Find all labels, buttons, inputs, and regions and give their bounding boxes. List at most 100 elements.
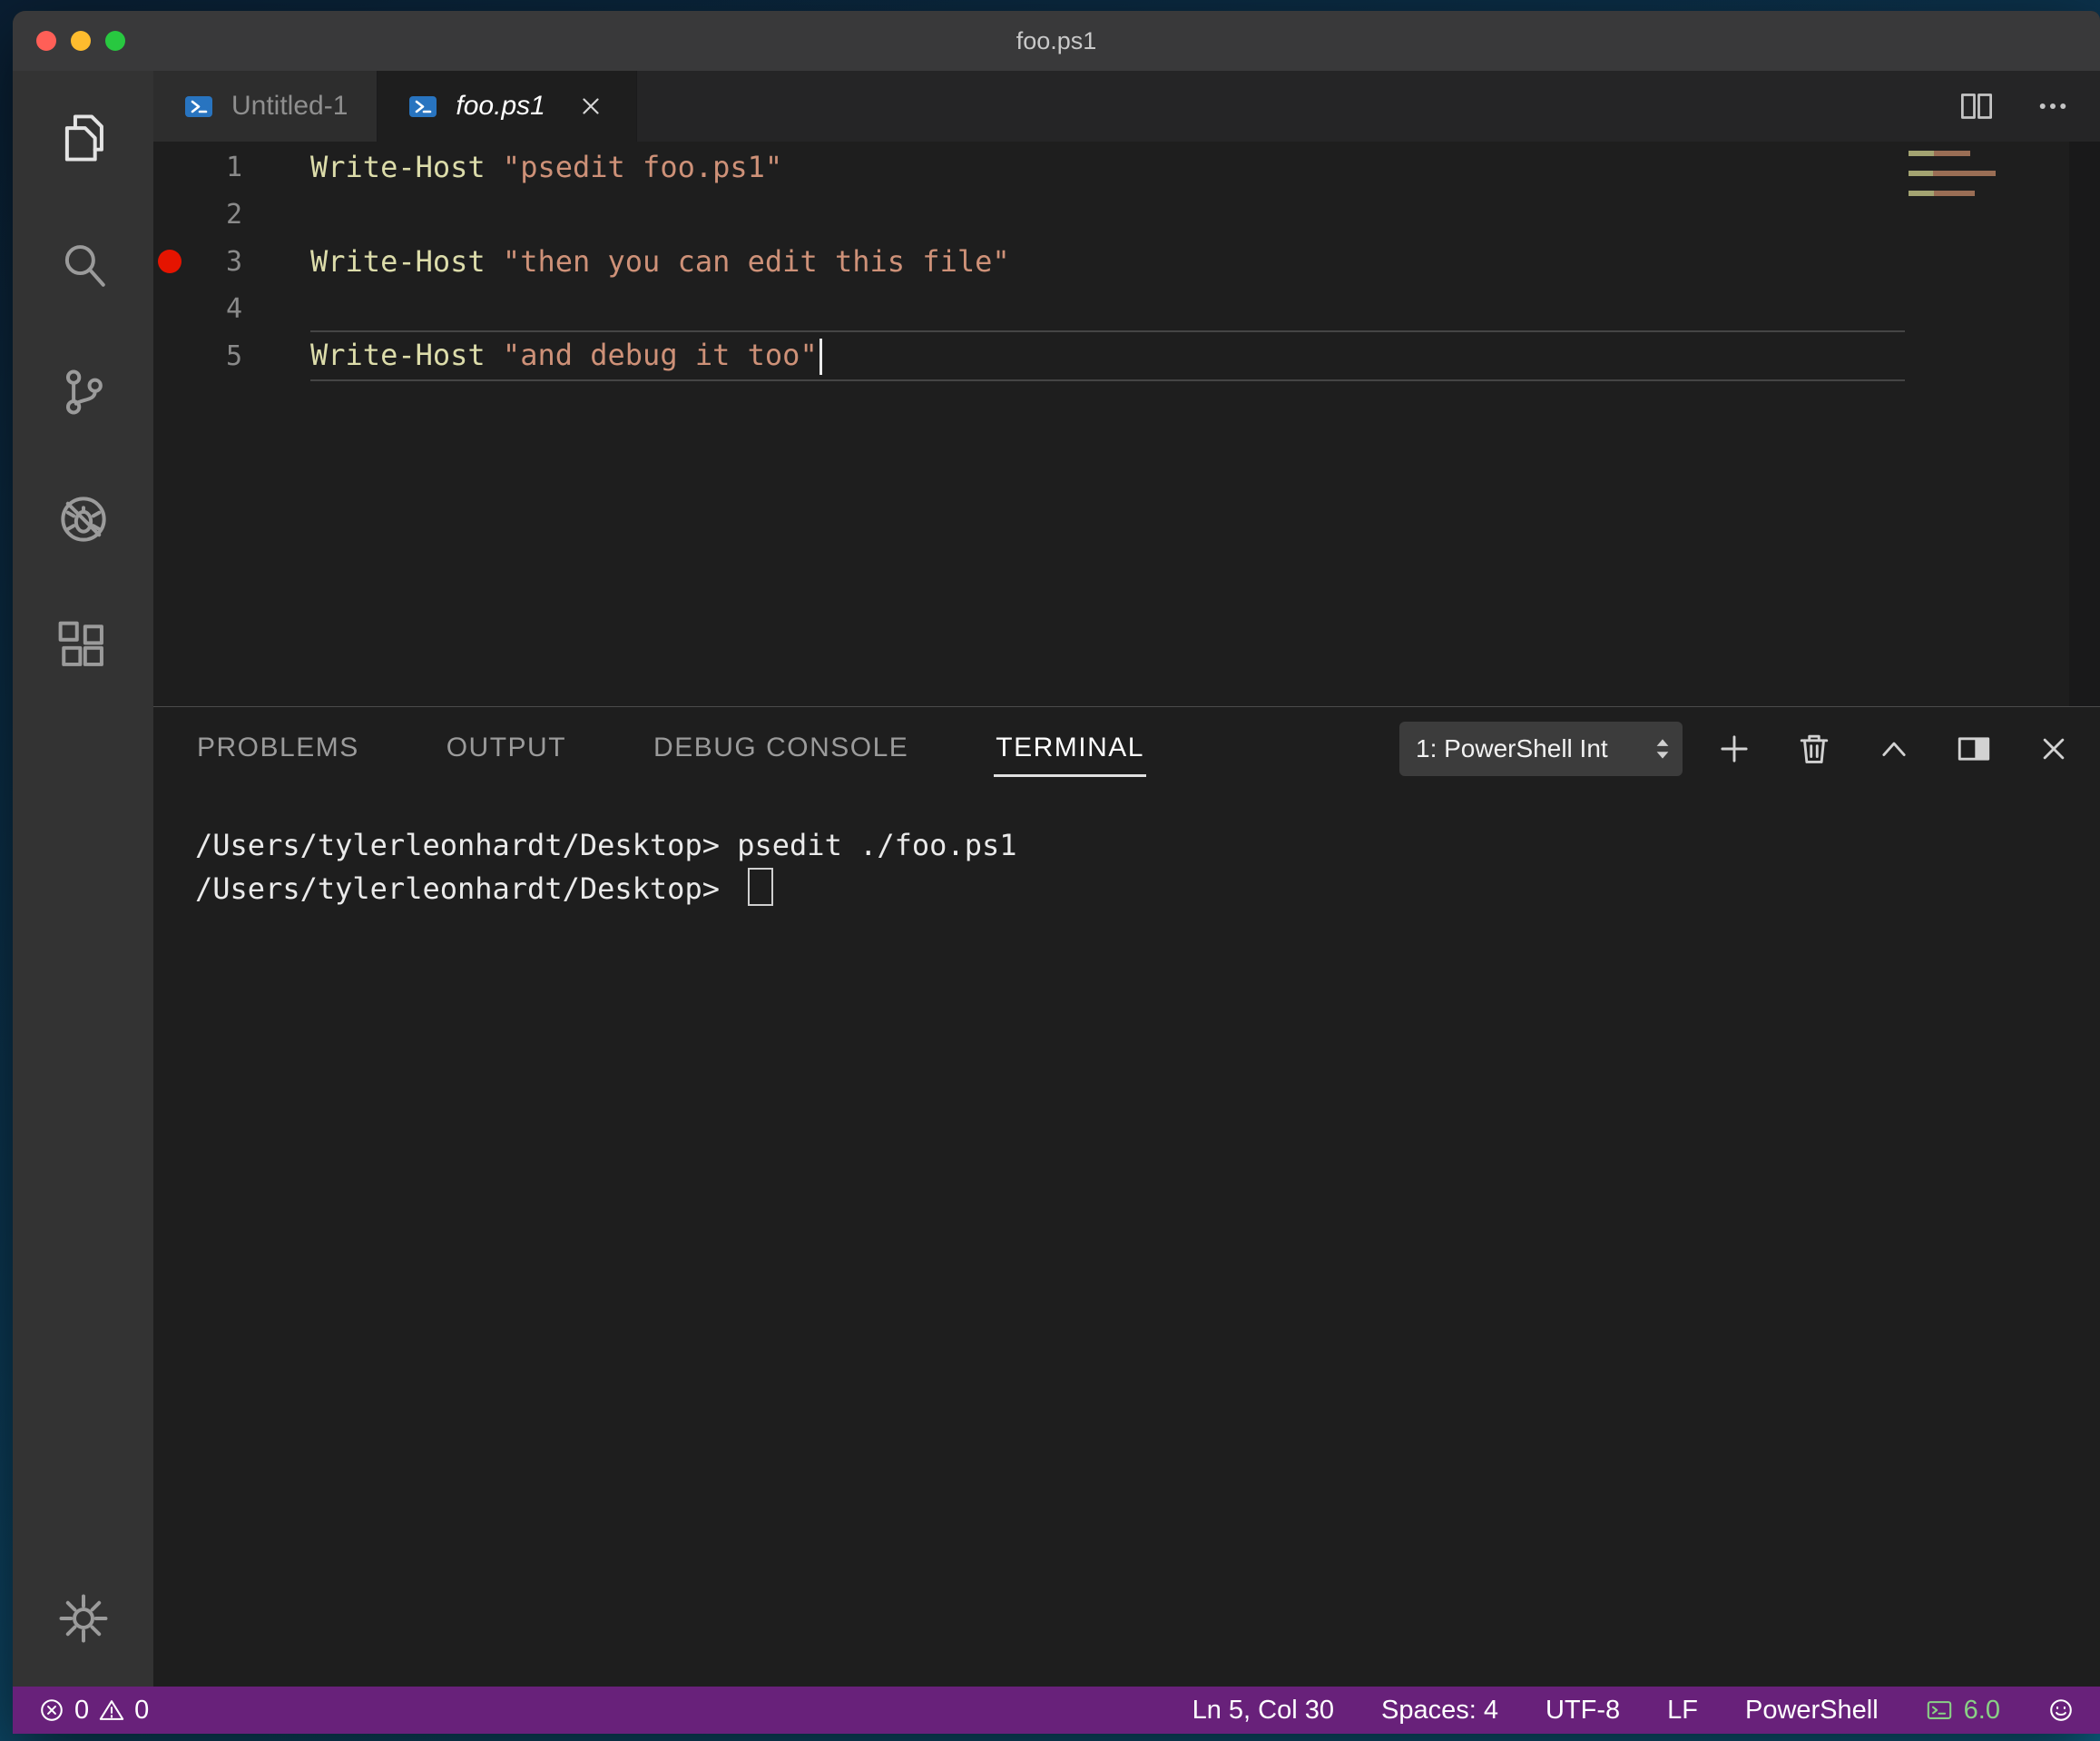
- panel-tabs: PROBLEMS OUTPUT DEBUG CONSOLE TERMINAL: [195, 722, 1146, 777]
- terminal-line: /Users/tylerleonhardt/Desktop> psedit ./…: [195, 823, 2100, 867]
- line-number: 5: [225, 339, 242, 372]
- tab-Untitled-1[interactable]: Untitled-1: [153, 71, 378, 142]
- code-line-1: 1 Write-Host "psedit foo.ps1": [153, 143, 2100, 191]
- language-mode[interactable]: PowerShell: [1745, 1696, 1879, 1726]
- window-title: foo.ps1: [1016, 26, 1097, 54]
- status-bar-right: Ln 5, Col 30 Spaces: 4 UTF-8 LF PowerShell 6…: [1192, 1696, 2075, 1726]
- window-controls: [36, 11, 125, 71]
- terminal-command: psedit ./foo.ps1: [737, 828, 1017, 862]
- warnings-icon: [98, 1697, 125, 1724]
- panel-tab-problems[interactable]: PROBLEMS: [195, 722, 361, 777]
- activity-settings[interactable]: [13, 1569, 153, 1668]
- editor-cursor: [819, 338, 822, 375]
- panel: PROBLEMS OUTPUT DEBUG CONSOLE TERMINAL 1: P…: [153, 706, 2100, 1687]
- split-editor-icon[interactable]: [1958, 88, 1995, 124]
- search-icon: [57, 239, 110, 291]
- powershell-session-icon: [1926, 1697, 1953, 1724]
- editor-group: Untitled-1 foo.ps1 1 Write-Host "psedit fo…: [153, 71, 2100, 1687]
- warning-count: 0: [134, 1695, 150, 1725]
- code-line-5: 5 Write-Host "and debug it too": [153, 332, 2100, 379]
- powershell-file-icon: [182, 92, 215, 121]
- workbench: Untitled-1 foo.ps1 1 Write-Host "psedit fo…: [13, 71, 2100, 1687]
- select-arrows-icon: [1654, 733, 1672, 764]
- line-number: 2: [225, 198, 242, 231]
- source-control-icon: [57, 366, 110, 418]
- gutter: 1: [153, 152, 310, 183]
- activity-explorer[interactable]: [13, 74, 153, 202]
- terminal-prompt: /Users/tylerleonhardt/Desktop>: [195, 828, 720, 862]
- zoom-window-button[interactable]: [105, 31, 125, 51]
- panel-tab-terminal[interactable]: TERMINAL: [994, 722, 1146, 777]
- activity-search[interactable]: [13, 202, 153, 329]
- split-panel-icon[interactable]: [1955, 730, 1993, 768]
- terminal-picker[interactable]: 1: PowerShell Int: [1399, 722, 1683, 776]
- errors-icon: [38, 1697, 65, 1724]
- status-bar: 0 0 Ln 5, Col 30 Spaces: 4 UTF-8 LF PowerShe…: [13, 1687, 2100, 1734]
- desktop-background: foo.ps1 Untitled-1 foo.ps1 1 Write-Host "p…: [0, 0, 2100, 1741]
- line-number: 1: [225, 151, 242, 183]
- code-line-3: 3 Write-Host "then you can edit this file…: [153, 238, 2100, 285]
- debug-icon: [57, 493, 110, 546]
- editor-lines: 1 Write-Host "psedit foo.ps1" 2 3 Write-Host…: [153, 143, 2100, 379]
- editor-scrollbar[interactable]: [2069, 142, 2100, 706]
- activity-bar: [13, 71, 153, 1687]
- panel-actions: [1715, 730, 2073, 768]
- indentation[interactable]: Spaces: 4: [1381, 1696, 1498, 1726]
- breakpoint-icon[interactable]: [158, 250, 182, 273]
- problems-status[interactable]: 0 0: [38, 1696, 149, 1726]
- tab-label: Untitled-1: [231, 91, 348, 121]
- tab-bar-tabs: Untitled-1 foo.ps1: [153, 71, 637, 142]
- vscode-window: foo.ps1 Untitled-1 foo.ps1 1 Write-Host "p…: [13, 11, 2100, 1734]
- editor[interactable]: 1 Write-Host "psedit foo.ps1" 2 3 Write-Host…: [153, 142, 2100, 706]
- feedback-smiley-icon[interactable]: [2047, 1697, 2075, 1724]
- code-text: Write-Host "then you can edit this file": [310, 244, 1010, 279]
- gutter: 5: [153, 340, 310, 372]
- more-actions-icon[interactable]: [2035, 88, 2071, 124]
- activity-bar-bottom: [13, 1569, 153, 1687]
- explorer-icon: [57, 112, 110, 164]
- terminal-cursor: [748, 868, 774, 906]
- settings-icon: [57, 1592, 110, 1645]
- powershell-file-icon: [407, 92, 439, 121]
- activity-debug[interactable]: [13, 456, 153, 583]
- cursor-position[interactable]: Ln 5, Col 30: [1192, 1696, 1334, 1726]
- panel-tab-output[interactable]: OUTPUT: [445, 722, 568, 777]
- terminal-line: /Users/tylerleonhardt/Desktop>: [195, 867, 2100, 910]
- tab-foo.ps1[interactable]: foo.ps1: [378, 71, 637, 142]
- powershell-version: 6.0: [1963, 1695, 2000, 1725]
- code-text: Write-Host "and debug it too": [310, 338, 822, 375]
- gutter: 3: [153, 246, 310, 278]
- terminal[interactable]: /Users/tylerleonhardt/Desktop> psedit ./…: [153, 791, 2100, 1687]
- eol[interactable]: LF: [1667, 1696, 1698, 1726]
- code-text: Write-Host "psedit foo.ps1": [310, 150, 783, 184]
- close-window-button[interactable]: [36, 31, 56, 51]
- terminal-prompt: /Users/tylerleonhardt/Desktop>: [195, 871, 720, 906]
- line-number: 4: [225, 292, 242, 325]
- code-line-4: 4: [153, 285, 2100, 332]
- error-count: 0: [74, 1695, 90, 1725]
- terminal-picker-value: 1: PowerShell Int: [1416, 734, 1608, 762]
- encoding[interactable]: UTF-8: [1546, 1696, 1620, 1726]
- panel-header: PROBLEMS OUTPUT DEBUG CONSOLE TERMINAL 1: P…: [153, 707, 2100, 791]
- activity-source-control[interactable]: [13, 329, 153, 456]
- tab-bar: Untitled-1 foo.ps1: [153, 71, 2100, 142]
- minimize-window-button[interactable]: [71, 31, 91, 51]
- maximize-panel-icon[interactable]: [1875, 730, 1913, 768]
- status-bar-left: 0 0: [38, 1696, 149, 1726]
- kill-terminal-icon[interactable]: [1795, 730, 1833, 768]
- gutter: 2: [153, 199, 310, 231]
- line-number: 3: [225, 245, 242, 278]
- minimap[interactable]: [1909, 151, 1996, 201]
- panel-controls: 1: PowerShell Int: [1399, 722, 2073, 776]
- close-tab-icon[interactable]: [574, 92, 607, 121]
- extensions-icon: [57, 620, 110, 673]
- tab-bar-actions: [1958, 71, 2100, 142]
- activity-extensions[interactable]: [13, 583, 153, 710]
- tab-label: foo.ps1: [456, 91, 545, 121]
- new-terminal-icon[interactable]: [1715, 730, 1753, 768]
- panel-tab-debug-console[interactable]: DEBUG CONSOLE: [652, 722, 910, 777]
- close-panel-icon[interactable]: [2035, 730, 2073, 768]
- gutter: 4: [153, 293, 310, 325]
- powershell-session[interactable]: 6.0: [1926, 1696, 2000, 1726]
- code-line-2: 2: [153, 191, 2100, 238]
